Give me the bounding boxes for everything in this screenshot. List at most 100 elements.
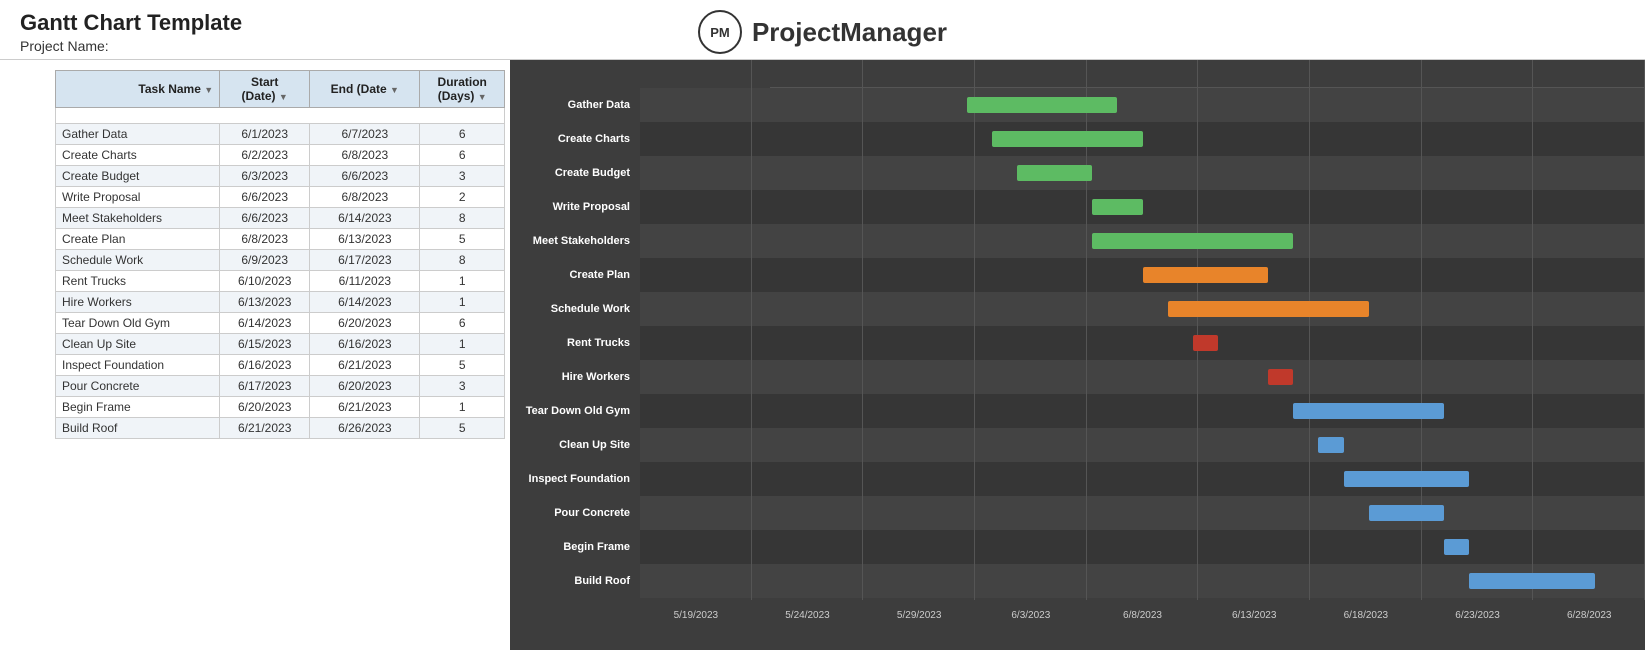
bar-row bbox=[640, 360, 1645, 394]
cell-end: 6/20/2023 bbox=[310, 376, 420, 397]
chart-task-label: Meet Stakeholders bbox=[510, 224, 640, 258]
gantt-bar bbox=[1193, 335, 1218, 351]
bar-row bbox=[640, 394, 1645, 428]
cell-start: 6/16/2023 bbox=[220, 355, 310, 376]
cell-start: 6/10/2023 bbox=[220, 271, 310, 292]
chart-task-label: Create Plan bbox=[510, 258, 640, 292]
cell-end: 6/21/2023 bbox=[310, 355, 420, 376]
col-duration: Duration(Days) ▼ bbox=[420, 71, 505, 108]
bar-row bbox=[640, 190, 1645, 224]
cell-end: 6/20/2023 bbox=[310, 313, 420, 334]
cell-end: 6/7/2023 bbox=[310, 124, 420, 145]
main-content: Task Name ▼ Start(Date) ▼ End (Date ▼ Du… bbox=[0, 60, 1645, 650]
cell-duration: 8 bbox=[420, 250, 505, 271]
filter-icon-duration[interactable]: ▼ bbox=[478, 92, 487, 102]
gantt-bar bbox=[1444, 539, 1469, 555]
filter-icon-task[interactable]: ▼ bbox=[204, 85, 213, 95]
cell-task-name: Begin Frame bbox=[56, 397, 220, 418]
chart-task-label: Hire Workers bbox=[510, 360, 640, 394]
bars-container bbox=[640, 88, 1645, 598]
cell-task-name: Rent Trucks bbox=[56, 271, 220, 292]
cell-start: 6/13/2023 bbox=[220, 292, 310, 313]
table-row: Write Proposal 6/6/2023 6/8/2023 2 bbox=[56, 187, 505, 208]
bar-row bbox=[640, 88, 1645, 122]
cell-task-name: Hire Workers bbox=[56, 292, 220, 313]
table-row: Clean Up Site 6/15/2023 6/16/2023 1 bbox=[56, 334, 505, 355]
table-row: Create Budget 6/3/2023 6/6/2023 3 bbox=[56, 166, 505, 187]
bar-row bbox=[640, 564, 1645, 598]
cell-duration: 5 bbox=[420, 355, 505, 376]
bar-row bbox=[640, 292, 1645, 326]
cell-start: 6/3/2023 bbox=[220, 166, 310, 187]
cell-start: 6/1/2023 bbox=[220, 124, 310, 145]
pm-logo: PM bbox=[698, 10, 742, 54]
chart-task-label: Pour Concrete bbox=[510, 496, 640, 530]
chart-task-label: Gather Data bbox=[510, 88, 640, 122]
header-left: Gantt Chart Template Project Name: bbox=[20, 10, 555, 54]
table-row: Create Plan 6/8/2023 6/13/2023 5 bbox=[56, 229, 505, 250]
cell-start: 6/15/2023 bbox=[220, 334, 310, 355]
table-row: Begin Frame 6/20/2023 6/21/2023 1 bbox=[56, 397, 505, 418]
cell-end: 6/6/2023 bbox=[310, 166, 420, 187]
project-name-label: Project Name: bbox=[20, 38, 555, 54]
col-end: End (Date ▼ bbox=[310, 71, 420, 108]
gantt-bar bbox=[1344, 471, 1470, 487]
gantt-bar bbox=[1092, 199, 1142, 215]
page-header: Gantt Chart Template Project Name: PM Pr… bbox=[0, 0, 1645, 60]
cell-task-name: Pour Concrete bbox=[56, 376, 220, 397]
table-row: Schedule Work 6/9/2023 6/17/2023 8 bbox=[56, 250, 505, 271]
cell-end: 6/14/2023 bbox=[310, 292, 420, 313]
header-center: PM ProjectManager bbox=[555, 10, 1090, 54]
cell-task-name: Tear Down Old Gym bbox=[56, 313, 220, 334]
chart-task-label: Build Roof bbox=[510, 564, 640, 598]
cell-task-name: Create Plan bbox=[56, 229, 220, 250]
x-axis-label: 6/23/2023 bbox=[1422, 610, 1534, 621]
gantt-bar bbox=[1092, 233, 1293, 249]
cell-duration: 3 bbox=[420, 376, 505, 397]
cell-start: 6/21/2023 bbox=[220, 418, 310, 439]
table-row: Inspect Foundation 6/16/2023 6/21/2023 5 bbox=[56, 355, 505, 376]
gantt-chart: Gather DataCreate ChartsCreate BudgetWri… bbox=[510, 60, 1645, 650]
x-axis-label: 5/24/2023 bbox=[752, 610, 864, 621]
cell-end: 6/14/2023 bbox=[310, 208, 420, 229]
table-row: Hire Workers 6/13/2023 6/14/2023 1 bbox=[56, 292, 505, 313]
filter-icon-start[interactable]: ▼ bbox=[279, 92, 288, 102]
cell-task-name: Gather Data bbox=[56, 124, 220, 145]
cell-task-name: Schedule Work bbox=[56, 250, 220, 271]
gantt-bar bbox=[967, 97, 1118, 113]
bar-row bbox=[640, 258, 1645, 292]
cell-duration: 5 bbox=[420, 229, 505, 250]
table-row: Pour Concrete 6/17/2023 6/20/2023 3 bbox=[56, 376, 505, 397]
cell-task-name: Build Roof bbox=[56, 418, 220, 439]
cell-start: 6/17/2023 bbox=[220, 376, 310, 397]
task-table-section: Task Name ▼ Start(Date) ▼ End (Date ▼ Du… bbox=[0, 60, 510, 650]
empty-row bbox=[56, 108, 505, 124]
chart-task-label: Begin Frame bbox=[510, 530, 640, 564]
filter-icon-end[interactable]: ▼ bbox=[390, 85, 399, 95]
chart-task-label: Create Charts bbox=[510, 122, 640, 156]
cell-duration: 2 bbox=[420, 187, 505, 208]
cell-end: 6/16/2023 bbox=[310, 334, 420, 355]
cell-start: 6/2/2023 bbox=[220, 145, 310, 166]
chart-label-column: Gather DataCreate ChartsCreate BudgetWri… bbox=[510, 60, 640, 630]
gantt-bar bbox=[1168, 301, 1369, 317]
table-row: Tear Down Old Gym 6/14/2023 6/20/2023 6 bbox=[56, 313, 505, 334]
cell-duration: 1 bbox=[420, 397, 505, 418]
cell-duration: 6 bbox=[420, 313, 505, 334]
chart-task-label: Inspect Foundation bbox=[510, 462, 640, 496]
bar-row bbox=[640, 428, 1645, 462]
cell-start: 6/14/2023 bbox=[220, 313, 310, 334]
x-axis-label: 6/8/2023 bbox=[1087, 610, 1199, 621]
table-row: Create Charts 6/2/2023 6/8/2023 6 bbox=[56, 145, 505, 166]
cell-end: 6/21/2023 bbox=[310, 397, 420, 418]
chart-task-label: Tear Down Old Gym bbox=[510, 394, 640, 428]
cell-start: 6/9/2023 bbox=[220, 250, 310, 271]
cell-duration: 5 bbox=[420, 418, 505, 439]
gantt-bar bbox=[1268, 369, 1293, 385]
cell-duration: 3 bbox=[420, 166, 505, 187]
x-axis: 5/19/20235/24/20235/29/20236/3/20236/8/2… bbox=[640, 600, 1645, 630]
cell-end: 6/26/2023 bbox=[310, 418, 420, 439]
col-task-name: Task Name ▼ bbox=[56, 71, 220, 108]
table-row: Rent Trucks 6/10/2023 6/11/2023 1 bbox=[56, 271, 505, 292]
x-axis-label: 5/19/2023 bbox=[640, 610, 752, 621]
